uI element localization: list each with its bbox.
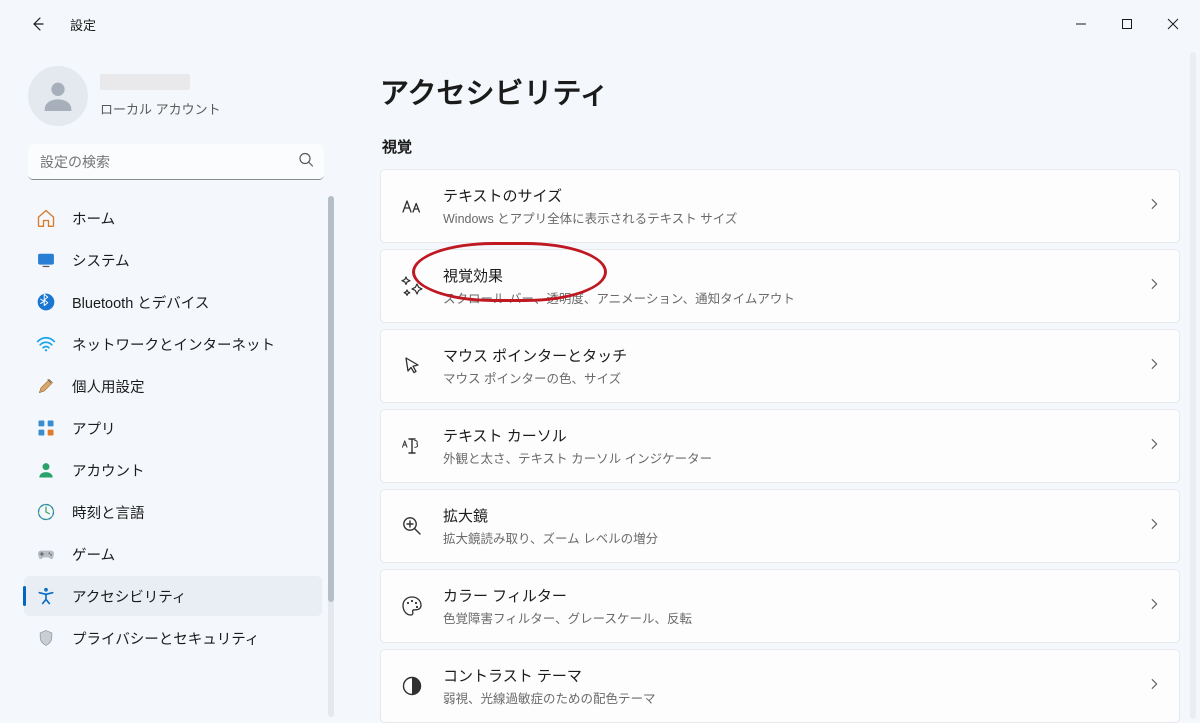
card-desc: 弱視、光線過敏症のための配色テーマ bbox=[443, 688, 1129, 707]
accessibility-icon bbox=[36, 586, 56, 606]
avatar bbox=[28, 66, 88, 126]
sidebar-item-label: アカウント bbox=[72, 460, 145, 481]
mouse-pointer-icon bbox=[399, 353, 425, 379]
bluetooth-icon bbox=[36, 292, 56, 312]
card-title: 視覚効果 bbox=[443, 265, 1129, 286]
sidebar-item-bluetooth[interactable]: Bluetooth とデバイス bbox=[24, 282, 322, 322]
chevron-right-icon bbox=[1147, 517, 1161, 536]
sidebar-item-network[interactable]: ネットワークとインターネット bbox=[24, 324, 322, 364]
minimize-button[interactable] bbox=[1058, 8, 1104, 40]
back-button[interactable] bbox=[20, 6, 56, 42]
accounts-icon bbox=[36, 460, 56, 480]
sidebar-scrollbar-track[interactable] bbox=[328, 196, 334, 717]
card-desc: スクロール バー、透明度、アニメーション、通知タイムアウト bbox=[443, 288, 1129, 307]
sidebar-item-label: Bluetooth とデバイス bbox=[72, 292, 209, 313]
chevron-right-icon bbox=[1147, 437, 1161, 456]
chevron-right-icon bbox=[1147, 197, 1161, 216]
sidebar-item-label: ホーム bbox=[72, 208, 115, 229]
chevron-right-icon bbox=[1147, 357, 1161, 376]
search-icon bbox=[298, 152, 314, 173]
sidebar-item-home[interactable]: ホーム bbox=[24, 198, 322, 238]
privacy-icon bbox=[36, 628, 56, 648]
sidebar-item-apps[interactable]: アプリ bbox=[24, 408, 322, 448]
network-icon bbox=[36, 334, 56, 354]
setting-card-contrast-themes[interactable]: コントラスト テーマ 弱視、光線過敏症のための配色テーマ bbox=[380, 649, 1180, 723]
card-desc: 拡大鏡読み取り、ズーム レベルの増分 bbox=[443, 528, 1129, 547]
visual-effects-icon bbox=[399, 273, 425, 299]
system-icon bbox=[36, 250, 56, 270]
main-content: アクセシビリティ 視覚 テキストのサイズ Windows とアプリ全体に表示され… bbox=[340, 48, 1200, 723]
contrast-icon bbox=[399, 673, 425, 699]
card-title: カラー フィルター bbox=[443, 585, 1129, 606]
sidebar-item-gaming[interactable]: ゲーム bbox=[24, 534, 322, 574]
sidebar-item-system[interactable]: システム bbox=[24, 240, 322, 280]
magnifier-icon bbox=[399, 513, 425, 539]
gaming-icon bbox=[36, 544, 56, 564]
chevron-right-icon bbox=[1147, 277, 1161, 296]
window-controls bbox=[1058, 8, 1196, 40]
card-title: マウス ポインターとタッチ bbox=[443, 345, 1129, 366]
sidebar-item-label: 個人用設定 bbox=[72, 376, 145, 397]
sidebar-scrollbar-thumb[interactable] bbox=[328, 196, 334, 602]
sidebar-item-label: プライバシーとセキュリティ bbox=[72, 628, 259, 649]
text-cursor-icon bbox=[399, 433, 425, 459]
apps-icon bbox=[36, 418, 56, 438]
sidebar-item-label: システム bbox=[72, 250, 130, 271]
profile-account-type: ローカル アカウント bbox=[100, 99, 221, 118]
section-header-vision: 視覚 bbox=[382, 136, 1180, 157]
search-input[interactable] bbox=[28, 144, 324, 180]
sidebar-item-accounts[interactable]: アカウント bbox=[24, 450, 322, 490]
card-desc: マウス ポインターの色、サイズ bbox=[443, 368, 1129, 387]
sidebar-item-privacy[interactable]: プライバシーとセキュリティ bbox=[24, 618, 322, 658]
main-scrollbar-track[interactable] bbox=[1190, 52, 1196, 719]
titlebar: 設定 bbox=[0, 0, 1200, 48]
sidebar-item-accessibility[interactable]: アクセシビリティ bbox=[24, 576, 322, 616]
sidebar-item-label: ネットワークとインターネット bbox=[72, 334, 275, 355]
setting-card-magnifier[interactable]: 拡大鏡 拡大鏡読み取り、ズーム レベルの増分 bbox=[380, 489, 1180, 563]
sidebar-item-label: アプリ bbox=[72, 418, 116, 439]
time-language-icon bbox=[36, 502, 56, 522]
setting-card-text-cursor[interactable]: テキスト カーソル 外観と太さ、テキスト カーソル インジケーター bbox=[380, 409, 1180, 483]
card-title: 拡大鏡 bbox=[443, 505, 1129, 526]
profile-name-placeholder bbox=[100, 74, 190, 90]
home-icon bbox=[36, 208, 56, 228]
card-desc: Windows とアプリ全体に表示されるテキスト サイズ bbox=[443, 208, 1129, 227]
card-desc: 色覚障害フィルター、グレースケール、反転 bbox=[443, 608, 1129, 627]
text-size-icon bbox=[399, 193, 425, 219]
sidebar-item-label: 時刻と言語 bbox=[72, 502, 145, 523]
sidebar-item-personalization[interactable]: 個人用設定 bbox=[24, 366, 322, 406]
sidebar-item-time-language[interactable]: 時刻と言語 bbox=[24, 492, 322, 532]
setting-card-visual-effects[interactable]: 視覚効果 スクロール バー、透明度、アニメーション、通知タイムアウト bbox=[380, 249, 1180, 323]
setting-card-color-filters[interactable]: カラー フィルター 色覚障害フィルター、グレースケール、反転 bbox=[380, 569, 1180, 643]
chevron-right-icon bbox=[1147, 677, 1161, 696]
setting-card-text-size[interactable]: テキストのサイズ Windows とアプリ全体に表示されるテキスト サイズ bbox=[380, 169, 1180, 243]
color-filters-icon bbox=[399, 593, 425, 619]
sidebar-item-label: アクセシビリティ bbox=[72, 586, 186, 607]
sidebar: ローカル アカウント ホーム bbox=[0, 48, 340, 723]
card-title: テキストのサイズ bbox=[443, 185, 1129, 206]
sidebar-nav: ホーム システム Bluetooth とデバイス bbox=[20, 190, 328, 658]
maximize-button[interactable] bbox=[1104, 8, 1150, 40]
setting-card-mouse-pointer[interactable]: マウス ポインターとタッチ マウス ポインターの色、サイズ bbox=[380, 329, 1180, 403]
card-title: コントラスト テーマ bbox=[443, 665, 1129, 686]
close-button[interactable] bbox=[1150, 8, 1196, 40]
personalization-icon bbox=[36, 376, 56, 396]
search-box[interactable] bbox=[28, 144, 324, 180]
profile-block[interactable]: ローカル アカウント bbox=[20, 58, 336, 144]
card-desc: 外観と太さ、テキスト カーソル インジケーター bbox=[443, 448, 1129, 467]
chevron-right-icon bbox=[1147, 597, 1161, 616]
page-title: アクセシビリティ bbox=[380, 70, 1180, 112]
card-title: テキスト カーソル bbox=[443, 425, 1129, 446]
sidebar-item-label: ゲーム bbox=[72, 544, 115, 565]
app-title: 設定 bbox=[70, 15, 96, 34]
